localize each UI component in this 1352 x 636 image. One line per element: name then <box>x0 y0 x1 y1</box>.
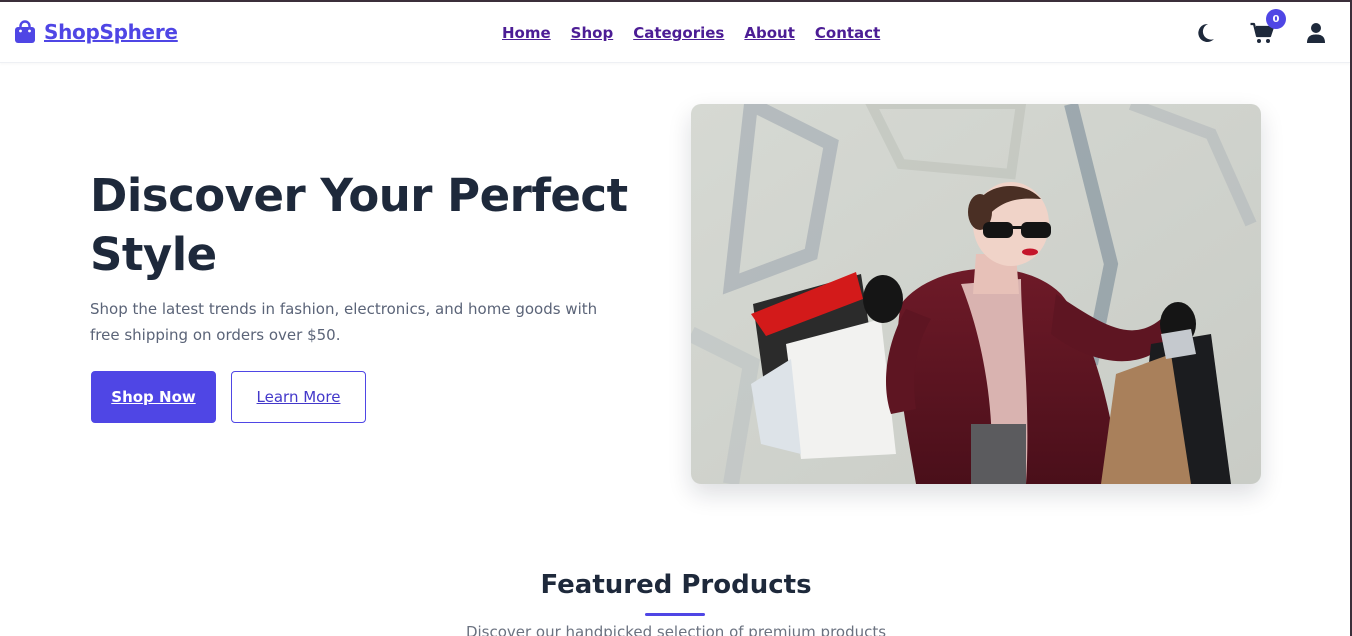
featured-subtitle: Discover our handpicked selection of pre… <box>465 623 887 636</box>
page: ShopSphere Home Shop Categories About Co… <box>0 0 1352 636</box>
shop-now-button[interactable]: Shop Now <box>91 371 216 423</box>
nav-actions: 0 <box>1196 9 1326 49</box>
hero-title: Discover Your Perfect Style <box>90 169 628 281</box>
hero-subtitle: Shop the latest trends in fashion, elect… <box>90 300 598 344</box>
hero-image <box>691 104 1261 484</box>
nav-link-categories[interactable]: Categories <box>633 24 724 42</box>
nav-link-home[interactable]: Home <box>502 24 551 42</box>
user-icon[interactable] <box>1306 22 1326 49</box>
nav-link-about[interactable]: About <box>744 24 795 42</box>
featured-title: Featured Products <box>540 570 812 600</box>
moon-icon[interactable] <box>1196 22 1216 49</box>
brand-logo-link[interactable]: ShopSphere <box>14 20 178 44</box>
shopping-bag-icon <box>14 20 36 44</box>
nav-link-shop[interactable]: Shop <box>571 24 614 42</box>
nav-link-contact[interactable]: Contact <box>815 24 880 42</box>
learn-more-button[interactable]: Learn More <box>231 371 366 423</box>
main-nav: Home Shop Categories About Contact <box>502 24 880 42</box>
brand-name: ShopSphere <box>44 20 178 44</box>
navbar: ShopSphere Home Shop Categories About Co… <box>0 2 1350 63</box>
cart-count-badge: 0 <box>1266 9 1286 29</box>
title-underline <box>645 613 705 616</box>
